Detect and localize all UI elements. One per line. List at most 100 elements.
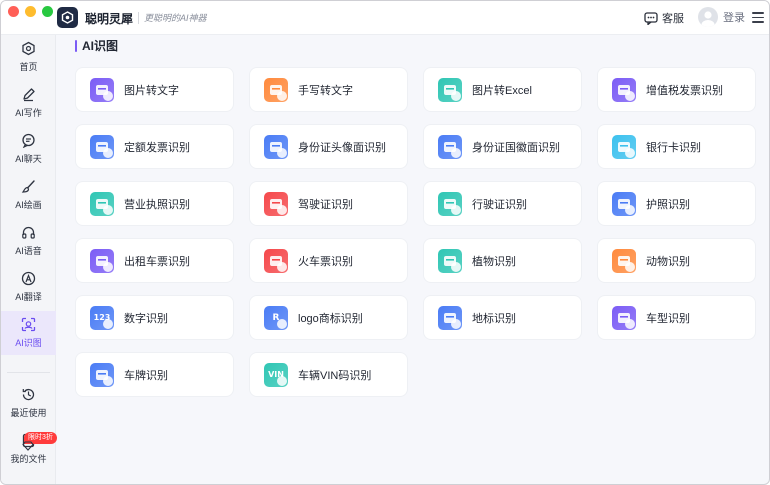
tool-card[interactable]: 植物识别 [424, 239, 581, 282]
sidebar-item-ai-translate[interactable]: AI翻译 [1, 265, 56, 309]
tool-icon: 123 [90, 305, 114, 330]
sidebar-item-ai-chat[interactable]: AI聊天 [1, 127, 56, 171]
tool-icon [612, 134, 636, 159]
tool-grid: 图片转文字 手写转文字 图片转Excel 增值税发票识别定额发票识别 身份证头像面识别 身… [76, 68, 755, 396]
tool-card[interactable]: 车牌识别 [76, 353, 233, 396]
sidebar-item-label: AI聊天 [15, 154, 42, 164]
app-window: 聪明灵犀 更聪明的AI神器 客服 登录 首页 AI写作 AI聊天 AI绘画 AI… [0, 0, 770, 485]
chat-icon [22, 133, 35, 148]
scan-badge-icon [277, 90, 287, 101]
tool-card[interactable]: 行驶证识别 [424, 182, 581, 225]
tool-label: 定额发票识别 [124, 141, 190, 154]
sidebar-item-ai-writing[interactable]: AI写作 [1, 81, 56, 125]
home-icon [22, 41, 35, 56]
tool-icon [612, 77, 636, 102]
scan-badge-icon [451, 261, 461, 272]
vip-diamond-icon[interactable] [22, 441, 34, 451]
window-controls [8, 6, 53, 17]
tool-card[interactable]: 出租车票识别 [76, 239, 233, 282]
tool-card[interactable]: 手写转文字 [250, 68, 407, 111]
chat-bubble-icon [644, 11, 658, 25]
tool-card[interactable]: Rlogo商标识别 [250, 296, 407, 339]
tool-label: 数字识别 [124, 312, 168, 325]
app-name: 聪明灵犀 [85, 12, 134, 26]
tool-icon: R [264, 305, 288, 330]
tool-label: 驾驶证识别 [298, 198, 353, 211]
title-bar: 聪明灵犀 更聪明的AI神器 客服 登录 [1, 1, 769, 35]
scan-badge-icon [103, 261, 113, 272]
sidebar-item-recent[interactable]: 最近使用 [1, 381, 56, 425]
hamburger-menu-icon[interactable] [752, 12, 764, 23]
sidebar-item-ai-painting[interactable]: AI绘画 [1, 173, 56, 217]
tool-icon [90, 191, 114, 216]
headphones-icon [22, 226, 35, 239]
tool-label: 植物识别 [472, 255, 516, 268]
sidebar-item-label: AI写作 [15, 108, 42, 118]
tool-card[interactable]: 图片转Excel [424, 68, 581, 111]
tool-label: 地标识别 [472, 312, 516, 325]
tool-card[interactable]: 动物识别 [598, 239, 755, 282]
tool-card[interactable]: 驾驶证识别 [250, 182, 407, 225]
tool-label: 车型识别 [646, 312, 690, 325]
tool-card[interactable]: VIN 车辆VIN码识别 [250, 353, 407, 396]
scan-badge-icon [451, 204, 461, 215]
sidebar-item-ai-voice[interactable]: AI语音 [1, 219, 56, 263]
tool-card[interactable]: 火车票识别 [250, 239, 407, 282]
tool-card[interactable]: 增值税发票识别 [598, 68, 755, 111]
app-tagline: 更聪明的AI神器 [138, 12, 207, 24]
tool-card[interactable]: 定额发票识别 [76, 125, 233, 168]
tool-card[interactable]: 身份证国徽面识别 [424, 125, 581, 168]
tool-icon [264, 191, 288, 216]
tool-label: 行驶证识别 [472, 198, 527, 211]
customer-service-button[interactable]: 客服 [644, 10, 684, 26]
tool-icon [438, 191, 462, 216]
sidebar-item-label: 最近使用 [10, 408, 47, 418]
sidebar-divider [7, 372, 50, 373]
scan-badge-icon [103, 375, 113, 386]
tool-card[interactable]: 护照识别 [598, 182, 755, 225]
tool-icon [612, 248, 636, 273]
app-logo-icon [57, 7, 78, 28]
tool-label: 银行卡识别 [646, 141, 701, 154]
sidebar-item-ai-image-recognition[interactable]: AI识图 [1, 311, 56, 355]
service-label: 客服 [662, 13, 684, 25]
tool-label: 车辆VIN码识别 [298, 369, 372, 382]
login-button[interactable]: 登录 [698, 7, 745, 27]
tool-card[interactable]: 银行卡识别 [598, 125, 755, 168]
tool-label: 护照识别 [646, 198, 690, 211]
tool-card[interactable]: 地标识别 [424, 296, 581, 339]
tool-icon [264, 248, 288, 273]
scan-icon [21, 317, 36, 332]
maximize-window-button[interactable] [42, 6, 53, 17]
brush-icon [21, 180, 35, 193]
scan-badge-icon [277, 261, 287, 272]
tool-label: 身份证国徽面识别 [472, 141, 560, 154]
scan-badge-icon [625, 261, 635, 272]
sidebar-item-label: 首页 [19, 62, 38, 72]
tool-icon [612, 191, 636, 216]
tool-label: 身份证头像面识别 [298, 141, 386, 154]
tool-icon [438, 248, 462, 273]
section-title: AI识图 [75, 39, 118, 53]
sidebar-item-home[interactable]: 首页 [1, 35, 56, 79]
tool-label: 增值税发票识别 [646, 84, 723, 97]
minimize-window-button[interactable] [25, 6, 36, 17]
avatar-icon [698, 7, 718, 27]
tool-card[interactable]: 图片转文字 [76, 68, 233, 111]
tool-card[interactable]: 营业执照识别 [76, 182, 233, 225]
tool-icon [612, 305, 636, 330]
tool-card[interactable]: 车型识别 [598, 296, 755, 339]
scan-badge-icon [277, 204, 287, 215]
tool-icon [438, 77, 462, 102]
tool-icon [90, 77, 114, 102]
tool-card[interactable]: 123 数字识别 [76, 296, 233, 339]
tool-card[interactable]: 身份证头像面识别 [250, 125, 407, 168]
login-label: 登录 [723, 12, 745, 24]
close-window-button[interactable] [8, 6, 19, 17]
sidebar: 首页 AI写作 AI聊天 AI绘画 AI语音 AI翻译 AI识图 最近使用 我的… [1, 35, 56, 484]
scan-badge-icon [625, 204, 635, 215]
scan-badge-icon [277, 147, 287, 158]
scan-badge-icon [625, 147, 635, 158]
scan-badge-icon [451, 318, 461, 329]
tool-icon [264, 134, 288, 159]
